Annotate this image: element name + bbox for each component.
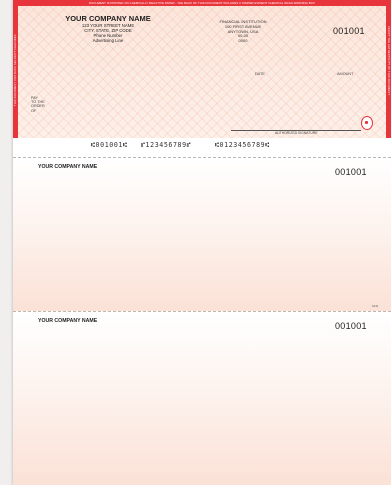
stub-1-check-number: 001001 bbox=[335, 167, 367, 177]
micr-area: ⑆001001⑆ ⑈123456789⑈ ⑆0123456789⑆ bbox=[13, 138, 391, 157]
micr-routing: ⑈123456789⑈ bbox=[141, 141, 192, 149]
signature-label: AUTHORIZED SIGNATURE bbox=[275, 131, 318, 135]
date-label: DATE bbox=[255, 72, 265, 76]
form-code: 9440 bbox=[372, 304, 379, 308]
pay-to-label: PAY TO THE ORDER OF bbox=[31, 96, 45, 113]
security-sidebar-right: VERIFY THE AUTHENTICITY OF THIS DOCUMENT bbox=[386, 6, 391, 138]
check-section: DOCUMENT IS PRINTED ON CHEMICALLY REACTI… bbox=[13, 0, 391, 138]
amount-label: AMOUNT bbox=[337, 72, 354, 76]
stub-1: YOUR COMPANY NAME 001001 9440 bbox=[13, 158, 391, 311]
company-block: YOUR COMPANY NAME 123 YOUR STREET NAME C… bbox=[63, 14, 153, 44]
check-sheet: DOCUMENT IS PRINTED ON CHEMICALLY REACTI… bbox=[13, 0, 391, 485]
security-banner: DOCUMENT IS PRINTED ON CHEMICALLY REACTI… bbox=[89, 1, 315, 5]
bank-fraction-bottom: 0000 bbox=[238, 38, 248, 44]
stub-1-company-name: YOUR COMPANY NAME bbox=[38, 164, 98, 170]
padlock-icon bbox=[361, 116, 373, 130]
pay-label-line: OF bbox=[31, 108, 37, 113]
pay-label-line: ORDER bbox=[31, 104, 45, 109]
security-sidebar-left: THIS DOCUMENT CONTAINS SECURITY FEATURES bbox=[13, 6, 18, 138]
micr-check-number: ⑆001001⑆ bbox=[91, 141, 128, 149]
company-name: YOUR COMPANY NAME bbox=[65, 14, 151, 23]
check-number: 001001 bbox=[333, 26, 365, 36]
bank-block: FINANCIAL INSTITUTION 100 FIRST AVENUE A… bbox=[208, 19, 278, 44]
stub-2: YOUR COMPANY NAME 001001 bbox=[13, 312, 391, 485]
stub-2-company-name: YOUR COMPANY NAME bbox=[38, 318, 98, 324]
security-sidebar-right-text: VERIFY THE AUTHENTICITY OF THIS DOCUMENT bbox=[387, 26, 390, 96]
stub-2-check-number: 001001 bbox=[335, 321, 367, 331]
company-advertising: Advertising Line bbox=[92, 38, 124, 43]
micr-account: ⑆0123456789⑆ bbox=[215, 141, 270, 149]
security-sidebar-left-text: THIS DOCUMENT CONTAINS SECURITY FEATURES bbox=[14, 34, 17, 106]
